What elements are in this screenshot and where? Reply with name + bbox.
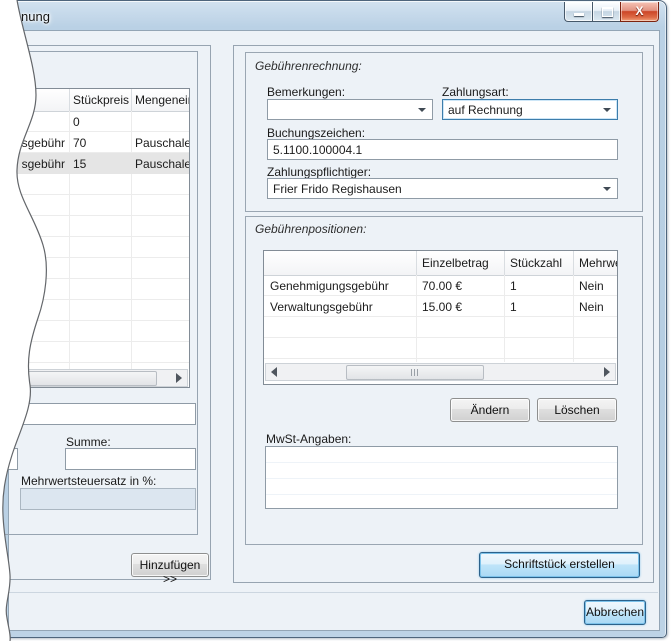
cell-unit: Pauschale [135, 136, 190, 150]
fee-invoice-group-title: Gebührenrechnung: [255, 59, 362, 73]
maximize-button[interactable] [592, 2, 621, 22]
fee-positions-group-title: Gebührenpositionen: [255, 222, 366, 236]
mwst-rate-field [20, 488, 196, 510]
scrollbar-thumb[interactable] [0, 371, 157, 386]
cell-count: 1 [510, 300, 517, 314]
header-separator [131, 89, 132, 111]
hinzufuegen-button-label: Hinzufügen >> [132, 554, 208, 586]
window-title: nung [21, 9, 50, 24]
cell-name: sgebühr [0, 157, 65, 171]
hinzufuegen-button[interactable]: Hinzufügen >> [131, 553, 209, 577]
cell-count: 1 [510, 279, 517, 293]
scroll-right-icon[interactable] [176, 373, 182, 383]
zahlungspflichtiger-label: Zahlungspflichtiger: [267, 165, 371, 179]
cell-name: Verwaltungsgebühr [270, 300, 373, 314]
summe-label: Summe: [66, 435, 111, 449]
fee-positions-hscrollbar[interactable] [265, 363, 616, 381]
loeschen-button[interactable]: Löschen [537, 398, 617, 422]
caption-buttons: X [564, 2, 659, 22]
col-header-stueckpreis: Stückpreis [73, 93, 129, 107]
buchungszeichen-label: Buchungszeichen: [267, 126, 365, 140]
mwst-angaben-listbox[interactable] [265, 446, 618, 509]
aendern-button-label: Ändern [471, 399, 510, 417]
fee-name-field[interactable] [0, 403, 196, 425]
fee-types-hscrollbar[interactable] [0, 369, 188, 387]
fee-positions-table[interactable]: Einzelbetrag Stückzahl Mehrwertsteuerpfl… [263, 250, 618, 385]
zahlungspflichtiger-combobox[interactable]: Frier Frido Regishausen [267, 178, 618, 199]
header-separator [69, 89, 70, 111]
cell-price: 0 [73, 115, 80, 129]
chevron-down-icon [603, 187, 611, 191]
table-row-selected[interactable]: sgebühr 15 Pauschale [0, 153, 189, 174]
fee-types-table[interactable]: Stückpreis Mengenein 0 gsgebühr 70 Pausc… [0, 88, 190, 388]
aendern-button[interactable]: Ändern [450, 398, 530, 422]
cell-amount: 70.00 € [422, 279, 462, 293]
header-separator [573, 251, 574, 275]
chevron-down-icon [603, 108, 611, 112]
zahlungspflichtiger-value: Frier Frido Regishausen [273, 182, 402, 196]
abbrechen-button-label: Abbrechen [586, 601, 644, 619]
bemerkungen-label: Bemerkungen: [267, 85, 345, 99]
buchungszeichen-field[interactable]: 5.1100.100004.1 [267, 139, 618, 160]
cell-name: gsgebühr [0, 136, 65, 150]
cell-name: Genehmigungsgebühr [270, 279, 389, 293]
table-row[interactable]: Verwaltungsgebühr 15.00 € 1 Nein [264, 296, 617, 317]
mwst-angaben-label: MwSt-Angaben: [266, 432, 351, 446]
zahlungsart-value: auf Rechnung [448, 103, 523, 117]
table-row[interactable]: Genehmigungsgebühr 70.00 € 1 Nein [264, 275, 617, 296]
chevron-down-icon [418, 108, 426, 112]
fee-positions-table-header: Einzelbetrag Stückzahl Mehrwertsteuerpfl… [264, 251, 617, 276]
loeschen-button-label: Löschen [554, 399, 599, 417]
header-separator [416, 251, 417, 275]
minimize-button[interactable] [564, 2, 593, 22]
zahlungsart-label: Zahlungsart: [442, 85, 509, 99]
col-header-mehrwertsteuerpflichtig: Mehrwertsteuerpflich [579, 256, 618, 270]
quantity-field[interactable] [0, 448, 18, 470]
close-icon: X [621, 4, 658, 18]
header-separator [504, 251, 505, 275]
col-header-einzelbetrag: Einzelbetrag [422, 256, 489, 270]
scrollbar-thumb[interactable] [346, 365, 484, 380]
close-button[interactable]: X [620, 2, 659, 22]
grip-icon [417, 369, 418, 376]
scroll-right-icon[interactable] [604, 367, 610, 377]
fee-types-table-header: Stückpreis Mengenein [0, 89, 189, 112]
grip-icon [414, 369, 415, 376]
abbrechen-button[interactable]: Abbrechen [584, 600, 646, 625]
cell-price: 70 [73, 136, 86, 150]
cell-amount: 15.00 € [422, 300, 462, 314]
footer-separator [8, 592, 658, 593]
schriftstueck-erstellen-button[interactable]: Schriftstück erstellen [479, 552, 640, 578]
cell-vat: Nein [579, 279, 604, 293]
summe-field[interactable] [65, 448, 196, 470]
zahlungsart-combobox[interactable]: auf Rechnung [442, 99, 618, 120]
table-row[interactable]: 0 [0, 111, 189, 132]
grip-icon [411, 369, 412, 376]
schriftstueck-erstellen-button-label: Schriftstück erstellen [504, 553, 615, 571]
col-header-stueckzahl: Stückzahl [510, 256, 562, 270]
minimize-icon [574, 13, 584, 16]
restore-icon [602, 7, 613, 17]
cell-unit: Pauschale [135, 157, 190, 171]
mwst-rate-label: Mehrwertsteuersatz in %: [21, 474, 156, 488]
col-header-mengeneinheit: Mengenein [135, 93, 190, 107]
bemerkungen-combobox[interactable] [267, 99, 433, 120]
table-row[interactable]: gsgebühr 70 Pauschale [0, 132, 189, 153]
cell-price: 15 [73, 157, 86, 171]
cell-vat: Nein [579, 300, 604, 314]
screenshot-canvas: nung X Stückpreis Mengenein [0, 0, 672, 641]
scroll-left-icon[interactable] [271, 367, 277, 377]
